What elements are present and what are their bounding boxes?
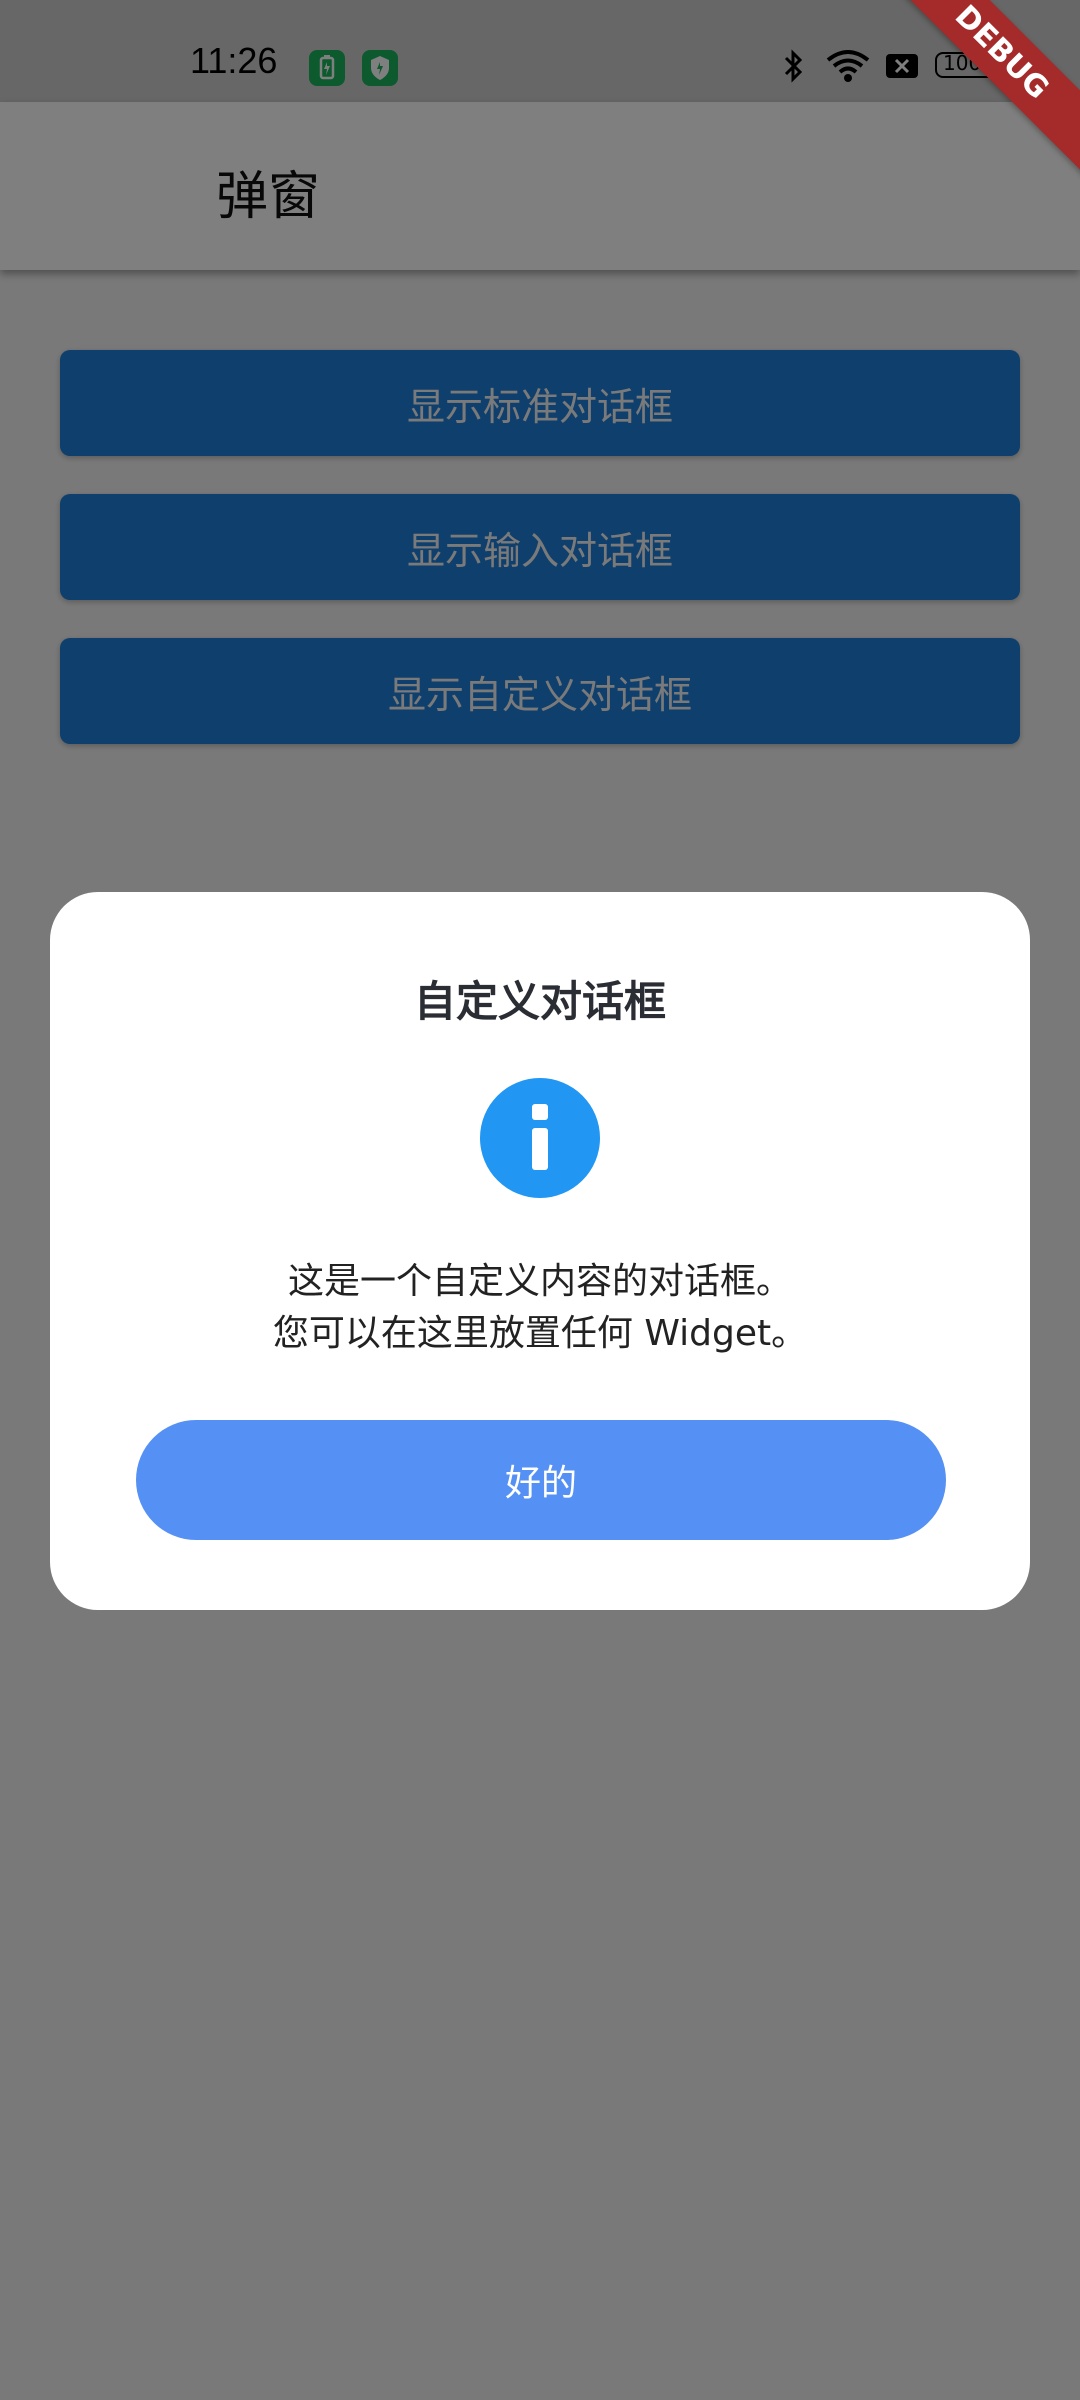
dialog-title: 自定义对话框 <box>413 977 666 1026</box>
dialog-message-line: 您可以在这里放置任何 Widget。 <box>272 1313 808 1354</box>
dialog-message-line: 这是一个自定义内容的对话框。 <box>287 1261 792 1302</box>
dialog-message: 这是一个自定义内容的对话框。 您可以在这里放置任何 Widget。 <box>50 1256 1030 1360</box>
ok-button[interactable]: 好的 <box>136 1420 946 1540</box>
info-icon <box>480 1078 600 1198</box>
ok-button-label: 好的 <box>504 1463 577 1504</box>
custom-dialog: 自定义对话框 这是一个自定义内容的对话框。 您可以在这里放置任何 Widget。… <box>50 892 1030 1610</box>
